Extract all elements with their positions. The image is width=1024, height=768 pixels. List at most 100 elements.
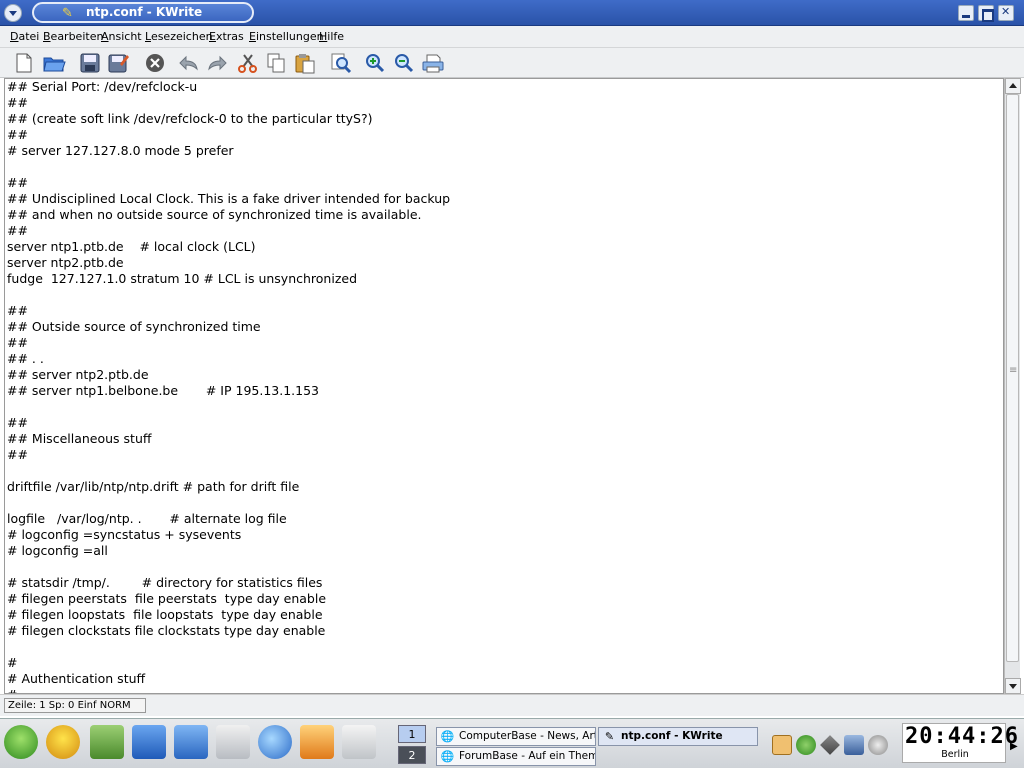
kinternet-icon[interactable] [844,735,864,755]
clock-city: Berlin [941,749,969,760]
close-doc-icon[interactable] [143,52,167,74]
menu-hilfe[interactable]: Hilfe [319,30,344,43]
desktop-icon[interactable] [174,725,208,759]
vertical-scrollbar[interactable] [1004,78,1021,694]
editor-line: ## [7,223,28,238]
editor-line: ## Serial Port: /dev/refclock-u [7,79,198,94]
kmenu-icon[interactable] [4,725,38,759]
minimize-button[interactable] [958,5,974,21]
open-icon[interactable] [42,52,66,74]
editor-line: ## and when no outside source of synchro… [7,207,422,222]
menu-datei[interactable]: Datei [10,30,39,43]
editor-line: ## server ntp1.belbone.be # IP 195.13.1.… [7,383,319,398]
keyboard-icon[interactable] [342,725,376,759]
print-icon[interactable] [421,52,445,74]
control-center-icon[interactable] [90,725,124,759]
window-title-pill: ✎ ntp.conf - KWrite [32,2,254,23]
task-computerbase[interactable]: 🌐 ComputerBase - News, Artik [436,727,596,746]
cursor-position: Zeile: 1 Sp: 0 Einf NORM [4,698,146,713]
text-editor[interactable]: ## Serial Port: /dev/refclock-u ## ## (cre… [4,78,1004,694]
clock-time: 20:44:26 [905,724,1019,749]
cut-icon[interactable] [236,52,260,74]
editor-line: ## [7,447,28,462]
editor-line: ## [7,415,28,430]
menu-einstellungen[interactable]: Einstellungen [249,30,324,43]
close-button[interactable] [998,5,1014,21]
scrollbar-thumb[interactable] [1006,94,1019,662]
lightning-icon[interactable] [46,725,80,759]
editor-line: # filegen peerstats file peerstats type … [7,591,327,606]
scroll-up-arrow[interactable] [1005,78,1021,94]
clock[interactable]: 20:44:26 Berlin [902,723,1019,763]
taskbar: 1 2 🌐 ComputerBase - News, Artik 🌐 Forum… [0,718,1024,768]
task-label: ComputerBase - News, Artik [459,730,596,742]
download-icon[interactable] [868,735,888,755]
task-label: ntp.conf - KWrite [621,730,723,742]
editor-line: ## (create soft link /dev/refclock-0 to … [7,111,373,126]
editor-line: # server 127.127.8.0 mode 5 prefer [7,143,234,158]
copy-icon[interactable] [264,52,288,74]
konqueror-icon: 🌐 [440,730,455,743]
zoom-out-icon[interactable] [392,52,416,74]
redo-icon[interactable] [206,52,230,74]
window-title: ntp.conf - KWrite [86,5,203,19]
network-icon[interactable] [796,735,816,755]
window-menu-button[interactable] [4,4,22,22]
task-label: ForumBase - Auf ein Thema a [459,750,595,762]
undo-icon[interactable] [176,52,200,74]
desktop-1[interactable]: 1 [398,725,426,743]
menu-ansicht[interactable]: Ansicht [101,30,142,43]
editor-line: driftfile /var/lib/ntp/ntp.drift # path … [7,479,300,494]
konqueror-icon[interactable] [258,725,292,759]
plug-icon[interactable] [820,735,840,755]
editor-line: server ntp2.ptb.de [7,255,124,270]
office-icon[interactable] [300,725,334,759]
editor-line: # statsdir /tmp/. # directory for statis… [7,575,323,590]
editor-line: logfile /var/log/ntp. . # alternate log … [7,511,287,526]
statusbar: Zeile: 1 Sp: 0 Einf NORM [0,694,1024,716]
editor-line: ## Outside source of synchronized time [7,319,261,334]
save-as-icon[interactable] [106,52,130,74]
taskbar-scroll-arrow[interactable]: ▶ [1010,741,1018,752]
camera-icon[interactable] [216,725,250,759]
desktop-pager: 1 2 [398,723,428,765]
editor-line: # logconfig =all [7,543,108,558]
editor-line: # [7,687,17,693]
find-icon[interactable] [329,52,353,74]
editor-line: ## Miscellaneous stuff [7,431,152,446]
home-folder-icon[interactable] [132,725,166,759]
editor-line: ## server ntp2.ptb.de [7,367,149,382]
menu-extras[interactable]: Extras [209,30,244,43]
task-kwrite[interactable]: ✎ ntp.conf - KWrite [598,727,758,746]
editor-line: ## [7,175,28,190]
window-titlebar[interactable]: ✎ ntp.conf - KWrite [0,0,1024,26]
task-forumbase[interactable]: 🌐 ForumBase - Auf ein Thema a [436,747,596,766]
editor-line: # logconfig =syncstatus + sysevents [7,527,242,542]
menu-lesezeichen[interactable]: Lesezeichen [145,30,213,43]
editor-line: ## [7,335,28,350]
save-icon[interactable] [78,52,102,74]
scroll-down-arrow[interactable] [1005,678,1021,694]
editor-line: # filegen loopstats file loopstats type … [7,607,323,622]
editor-line: ## [7,95,28,110]
konqueror-icon: 🌐 [440,750,455,763]
zoom-in-icon[interactable] [363,52,387,74]
menu-bearbeiten[interactable]: Bearbeiten [43,30,103,43]
editor-line: ## [7,303,28,318]
editor-line: ## . . [7,351,44,366]
editor-line: # Authentication stuff [7,671,146,686]
editor-line: # [7,655,18,670]
editor-line: ## [7,127,28,142]
paste-icon[interactable] [293,52,317,74]
klipper-icon[interactable] [772,735,792,755]
desktop-2[interactable]: 2 [398,746,426,764]
maximize-button[interactable] [978,5,994,22]
menubar: Datei Bearbeiten Ansicht Lesezeichen Ext… [0,26,1024,48]
editor-line: fudge 127.127.1.0 stratum 10 # LCL is un… [7,271,358,286]
toolbar [0,48,1024,78]
kwrite-icon: ✎ [604,730,615,743]
editor-line: ## Undisciplined Local Clock. This is a … [7,191,451,206]
editor-line: # filegen clockstats file clockstats typ… [7,623,326,638]
kwrite-icon: ✎ [62,6,73,21]
new-icon[interactable] [12,52,36,74]
